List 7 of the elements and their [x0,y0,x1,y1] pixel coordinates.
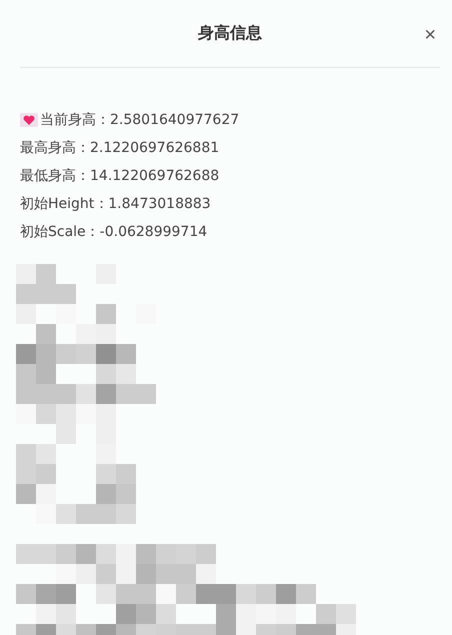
info-text: 初始Scale：-0.0628999714 [20,223,208,241]
info-text: 初始Height：1.8473018883 [20,195,211,213]
dialog-title: 身高信息 [198,23,262,44]
close-button[interactable]: × [420,26,440,44]
info-text: 最高身高：2.1220697626881 [20,139,220,157]
info-text: 最低身高：14.122069762688 [20,167,220,185]
info-text: 当前身高：2.5801640977627 [40,111,240,129]
